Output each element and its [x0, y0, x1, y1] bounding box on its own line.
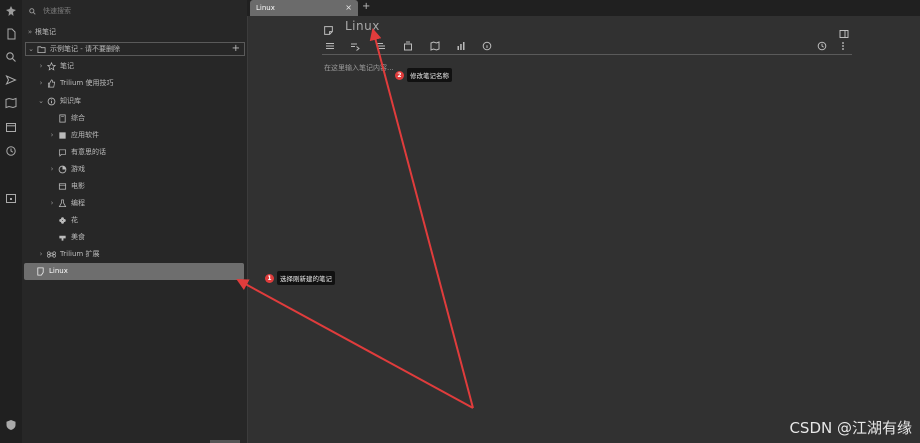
note-content-editor[interactable]: 在这里输入笔记内容... — [324, 63, 394, 73]
tree-node-knowledge[interactable]: ⌄ 知识库 — [36, 94, 81, 108]
tree-node-label: 示例笔记 - 请不要删除 — [50, 45, 120, 53]
tab-close-icon[interactable]: × — [345, 3, 352, 12]
today-icon[interactable] — [4, 191, 18, 205]
tab-bar: Linux × + — [247, 0, 920, 16]
tree-node-root[interactable]: » 根笔记 — [25, 25, 56, 39]
star-icon — [46, 61, 57, 72]
annotation-label: 修改笔记名称 — [407, 68, 452, 82]
tree-node-label: 游戏 — [71, 165, 85, 173]
tree-node-apps[interactable]: › 应用软件 — [47, 128, 99, 142]
note-map-icon[interactable] — [429, 40, 441, 52]
quick-search-placeholder: 快速搜索 — [43, 7, 71, 15]
watermark: CSDN @江湖有缘 — [789, 419, 912, 437]
ribbon-toolbar — [322, 38, 852, 55]
arrow-to-linux-node — [236, 279, 474, 409]
app-grid-icon — [57, 130, 68, 141]
more-menu-icon[interactable] — [837, 40, 849, 52]
expand-arrow[interactable]: › — [47, 131, 57, 139]
search-icon[interactable] — [4, 50, 18, 64]
quick-search-icon — [29, 7, 36, 15]
tree-node-general[interactable]: 综合 — [47, 111, 85, 125]
annotation-label: 选择刚新建的笔记 — [277, 271, 335, 285]
flower-icon — [57, 215, 68, 226]
tree-node-label: 有意思的话 — [71, 148, 106, 156]
tree-node-label: 花 — [71, 216, 78, 224]
collapse-arrow[interactable]: ⌄ — [26, 45, 36, 53]
tree-node-notes[interactable]: › 笔记 — [36, 59, 74, 73]
note-info-icon[interactable] — [481, 40, 493, 52]
tree-node-label: 应用软件 — [71, 131, 99, 139]
flask-icon — [57, 198, 68, 209]
basic-properties-icon[interactable] — [324, 40, 336, 52]
tree-node-tips[interactable]: › Trilium 使用技巧 — [36, 76, 114, 90]
inherited-attributes-icon[interactable] — [375, 40, 387, 52]
note-tree-panel: 快速搜索 » 根笔记 + ⌄ 示例笔记 - 请不要删除 › 笔记 › Trili… — [22, 0, 248, 443]
tree-node-linux[interactable]: Linux — [25, 264, 68, 278]
expand-arrow[interactable]: › — [36, 79, 46, 87]
thumbs-up-icon — [46, 78, 57, 89]
chat-bubble-icon — [57, 147, 68, 158]
tree-node-label: 根笔记 — [35, 28, 56, 36]
expand-arrow[interactable]: › — [36, 62, 46, 70]
tree-node-label: 电影 — [71, 182, 85, 190]
tree-node-label: 编程 — [71, 199, 85, 207]
add-child-icon[interactable]: + — [232, 43, 240, 55]
trilium-logo-icon[interactable] — [4, 4, 18, 18]
tab-label: Linux — [256, 4, 275, 12]
owned-attributes-icon[interactable] — [349, 40, 361, 52]
info-circle-icon — [46, 96, 57, 107]
folder-icon — [36, 44, 47, 55]
tree-node-programming[interactable]: › 编程 — [47, 196, 85, 210]
expand-arrow[interactable]: › — [47, 165, 57, 173]
tree-node-games[interactable]: › 游戏 — [47, 162, 85, 176]
shield-icon[interactable] — [4, 418, 18, 432]
tree-node-movies[interactable]: 电影 — [47, 179, 85, 193]
launcher-bar — [0, 0, 22, 443]
collapse-arrow[interactable]: ⌄ — [36, 97, 46, 105]
quick-search[interactable]: 快速搜索 — [26, 2, 241, 20]
map-icon[interactable] — [4, 96, 18, 110]
similar-notes-icon[interactable] — [455, 40, 467, 52]
note-revisions-icon[interactable] — [816, 40, 828, 52]
pie-icon — [57, 164, 68, 175]
food-icon — [57, 232, 68, 243]
tree-node-quotes[interactable]: 有意思的话 — [47, 145, 106, 159]
annotation-2: 2 修改笔记名称 — [395, 68, 452, 82]
new-tab-button[interactable]: + — [362, 1, 370, 12]
tree-node-label: 笔记 — [60, 62, 74, 70]
film-icon — [57, 181, 68, 192]
new-note-icon[interactable] — [4, 27, 18, 41]
tree-node-label: 综合 — [71, 114, 85, 122]
expand-arrow[interactable]: › — [36, 250, 46, 258]
tab-linux[interactable]: Linux × — [250, 0, 358, 16]
tree-node-extensions[interactable]: › Trilium 扩展 — [36, 247, 100, 261]
tree-node-flowers[interactable]: 花 — [47, 213, 78, 227]
tree-node-label: 知识库 — [60, 97, 81, 105]
history-icon[interactable] — [4, 144, 18, 158]
note-title-row: Linux — [323, 18, 853, 38]
note-icon — [35, 266, 46, 277]
expand-arrow[interactable]: » — [25, 28, 35, 36]
command-icon — [46, 249, 57, 260]
tree-node-label: Trilium 扩展 — [60, 250, 100, 258]
annotation-number: 1 — [265, 273, 274, 283]
arrow-to-title — [369, 28, 474, 409]
tree-node-food[interactable]: 美食 — [47, 230, 85, 244]
tree-node-label: 美食 — [71, 233, 85, 241]
send-icon[interactable] — [4, 73, 18, 87]
book-icon — [57, 113, 68, 124]
note-paths-icon[interactable] — [402, 40, 414, 52]
note-title-input[interactable]: Linux — [345, 19, 380, 33]
annotation-number: 2 — [395, 70, 404, 80]
annotation-1: 1 选择刚新建的笔记 — [265, 271, 335, 285]
tree-node-label: Trilium 使用技巧 — [60, 79, 114, 87]
expand-arrow[interactable]: › — [47, 199, 57, 207]
tree-node-demo[interactable]: ⌄ 示例笔记 - 请不要删除 — [26, 42, 120, 56]
calendar-icon[interactable] — [4, 120, 18, 134]
tree-node-label: Linux — [49, 267, 68, 275]
